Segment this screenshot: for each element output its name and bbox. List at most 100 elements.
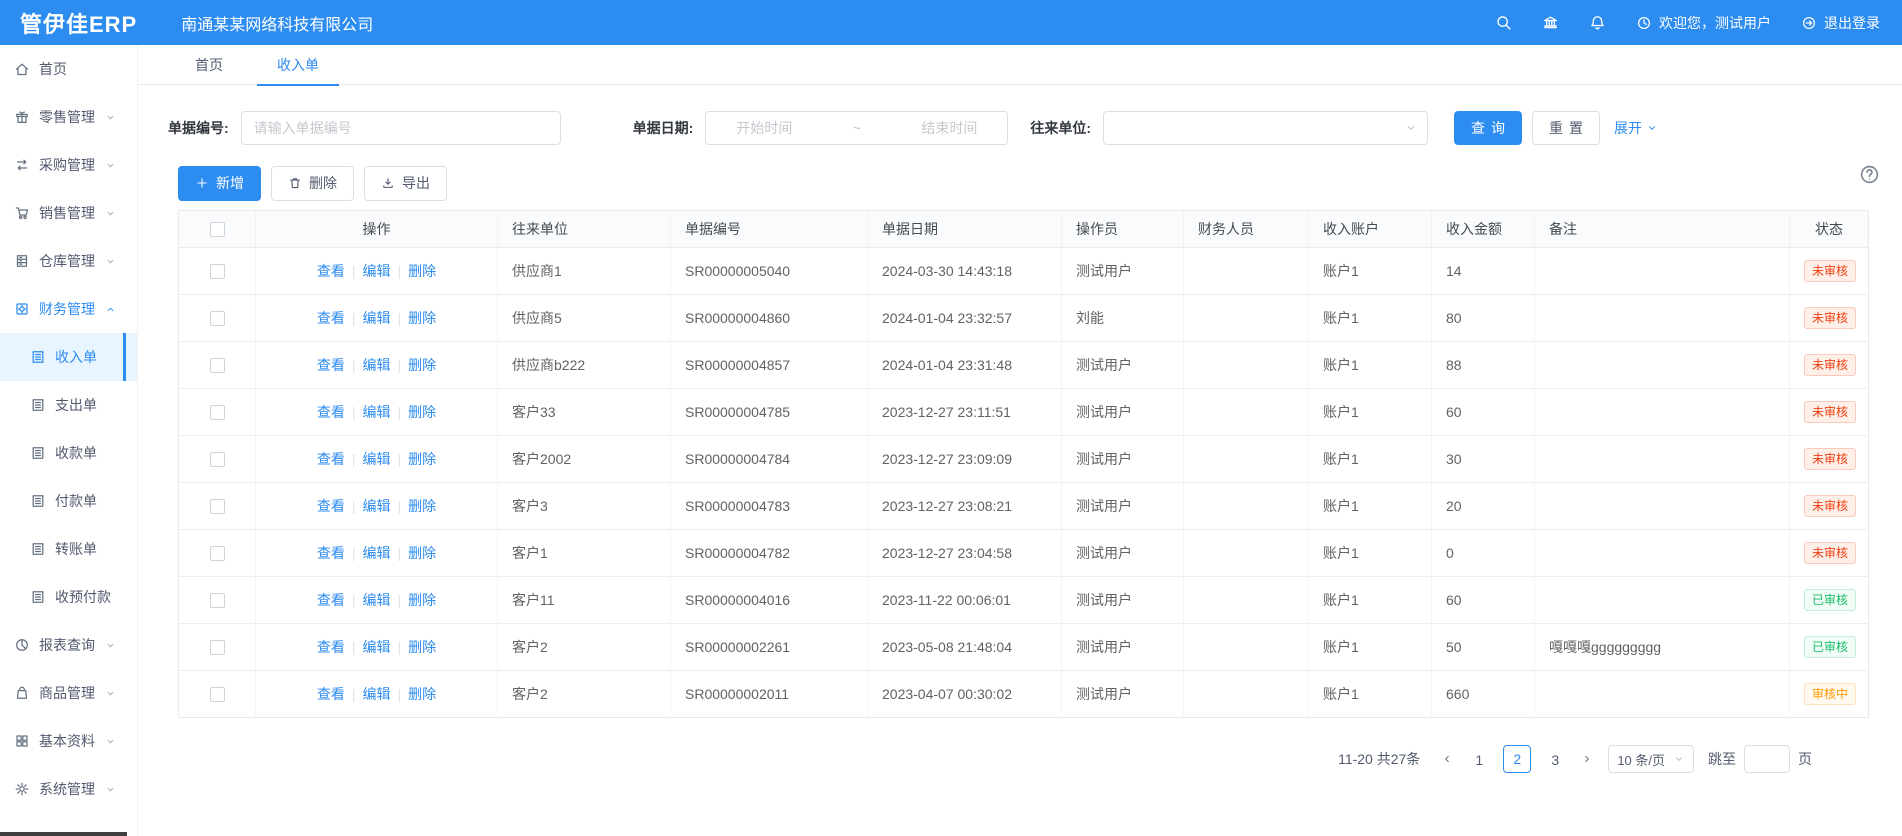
sidebar-item-sales[interactable]: 销售管理 xyxy=(0,189,137,237)
chevron-down-icon xyxy=(1673,753,1685,765)
welcome-user[interactable]: 欢迎您，测试用户 xyxy=(1636,13,1771,33)
row-checkbox[interactable] xyxy=(210,546,225,561)
tab-home[interactable]: 首页 xyxy=(175,45,243,85)
row-action-view[interactable]: 查看 xyxy=(317,639,345,655)
row-action-view[interactable]: 查看 xyxy=(317,545,345,561)
row-action-delete[interactable]: 删除 xyxy=(408,451,436,467)
page-1[interactable]: 1 xyxy=(1465,745,1493,773)
sidebar-item-finance[interactable]: 财务管理 xyxy=(0,285,137,333)
sidebar-item-home[interactable]: 首页 xyxy=(0,45,137,93)
row-action-edit[interactable]: 编辑 xyxy=(363,686,391,702)
row-action-edit[interactable]: 编辑 xyxy=(363,545,391,561)
select-all-checkbox[interactable] xyxy=(210,222,225,237)
row-checkbox[interactable] xyxy=(210,593,225,608)
sidebar-item-warehouse[interactable]: 仓库管理 xyxy=(0,237,137,285)
row-checkbox[interactable] xyxy=(210,452,225,467)
table-row: 查看|编辑|删除客户11SR000000040162023-11-22 00:0… xyxy=(179,577,1869,624)
row-action-edit[interactable]: 编辑 xyxy=(363,451,391,467)
plus-icon xyxy=(195,176,209,190)
row-action-view[interactable]: 查看 xyxy=(317,451,345,467)
prev-page-button[interactable] xyxy=(1434,745,1460,773)
row-checkbox[interactable] xyxy=(210,405,225,420)
add-button[interactable]: 新增 xyxy=(178,166,261,201)
table-row: 查看|编辑|删除供应商5SR000000048602024-01-04 23:3… xyxy=(179,295,1869,342)
row-select-cell xyxy=(179,389,256,436)
row-action-view[interactable]: 查看 xyxy=(317,686,345,702)
page-3[interactable]: 3 xyxy=(1541,745,1569,773)
row-checkbox[interactable] xyxy=(210,687,225,702)
sidebar-item-retail[interactable]: 零售管理 xyxy=(0,93,137,141)
sidebar-item-transfer-receipt[interactable]: 转账单 xyxy=(0,525,137,573)
sidebar-item-label: 零售管理 xyxy=(39,107,103,127)
cell-finance xyxy=(1184,483,1309,530)
cell-partner: 客户1 xyxy=(498,530,671,577)
page-2[interactable]: 2 xyxy=(1503,745,1531,773)
bell-icon[interactable] xyxy=(1589,14,1606,31)
sidebar-item-report-query[interactable]: 报表查询 xyxy=(0,621,137,669)
export-button[interactable]: 导出 xyxy=(364,166,447,201)
cell-partner: 供应商5 xyxy=(498,295,671,342)
sidebar-item-payment-receipt[interactable]: 付款单 xyxy=(0,477,137,525)
doc-icon xyxy=(30,397,46,413)
row-action-edit[interactable]: 编辑 xyxy=(363,404,391,420)
row-checkbox[interactable] xyxy=(210,358,225,373)
row-action-edit[interactable]: 编辑 xyxy=(363,498,391,514)
tab-income-receipt[interactable]: 收入单 xyxy=(257,45,339,85)
sidebar-item-income-receipt[interactable]: 收入单 xyxy=(0,333,137,381)
row-action-view[interactable]: 查看 xyxy=(317,498,345,514)
row-action-delete[interactable]: 删除 xyxy=(408,357,436,373)
page-size-select[interactable]: 10 条/页 xyxy=(1608,745,1694,773)
app-logo[interactable]: 管伊佳ERP xyxy=(20,7,137,39)
expand-link[interactable]: 展开 xyxy=(1614,118,1658,138)
row-action-view[interactable]: 查看 xyxy=(317,357,345,373)
row-action-delete[interactable]: 删除 xyxy=(408,639,436,655)
row-action-delete[interactable]: 删除 xyxy=(408,310,436,326)
row-checkbox[interactable] xyxy=(210,499,225,514)
row-action-delete[interactable]: 删除 xyxy=(408,545,436,561)
row-action-edit[interactable]: 编辑 xyxy=(363,357,391,373)
bill-no-input[interactable] xyxy=(241,111,561,145)
row-action-view[interactable]: 查看 xyxy=(317,404,345,420)
row-action-edit[interactable]: 编辑 xyxy=(363,263,391,279)
partner-select[interactable] xyxy=(1103,111,1428,145)
row-action-edit[interactable]: 编辑 xyxy=(363,310,391,326)
help-icon[interactable] xyxy=(1859,164,1880,185)
cell-account: 账户1 xyxy=(1309,577,1432,624)
cell-bill-date: 2023-12-27 23:04:58 xyxy=(868,530,1062,577)
row-action-delete[interactable]: 删除 xyxy=(408,686,436,702)
cell-amount: 0 xyxy=(1432,530,1535,577)
sidebar-item-system-mgmt[interactable]: 系统管理 xyxy=(0,765,137,813)
status-badge: 未审核 xyxy=(1804,542,1856,564)
bank-icon[interactable] xyxy=(1542,14,1559,31)
table-row: 查看|编辑|删除客户2SR000000022612023-05-08 21:48… xyxy=(179,624,1869,671)
delete-button[interactable]: 删除 xyxy=(271,166,354,201)
next-page-button[interactable] xyxy=(1574,745,1600,773)
sidebar-item-basic-data[interactable]: 基本资料 xyxy=(0,717,137,765)
reset-button[interactable]: 重置 xyxy=(1532,111,1600,145)
logout-button[interactable]: 退出登录 xyxy=(1801,13,1880,33)
row-action-delete[interactable]: 删除 xyxy=(408,263,436,279)
row-action-delete[interactable]: 删除 xyxy=(408,404,436,420)
sidebar-item-goods-mgmt[interactable]: 商品管理 xyxy=(0,669,137,717)
date-range-input[interactable]: 开始时间 ~ 结束时间 xyxy=(705,111,1008,145)
row-action-delete[interactable]: 删除 xyxy=(408,498,436,514)
row-action-view[interactable]: 查看 xyxy=(317,263,345,279)
row-checkbox[interactable] xyxy=(210,311,225,326)
search-button[interactable]: 查询 xyxy=(1454,111,1522,145)
row-action-view[interactable]: 查看 xyxy=(317,592,345,608)
row-action-edit[interactable]: 编辑 xyxy=(363,592,391,608)
row-action-edit[interactable]: 编辑 xyxy=(363,639,391,655)
sidebar-item-purchase[interactable]: 采购管理 xyxy=(0,141,137,189)
row-checkbox[interactable] xyxy=(210,640,225,655)
row-checkbox[interactable] xyxy=(210,264,225,279)
sidebar-item-expense-receipt[interactable]: 支出单 xyxy=(0,381,137,429)
warehouse-icon xyxy=(14,253,30,269)
cell-finance xyxy=(1184,624,1309,671)
row-action-delete[interactable]: 删除 xyxy=(408,592,436,608)
row-action-view[interactable]: 查看 xyxy=(317,310,345,326)
horizontal-scrollbar[interactable] xyxy=(0,832,127,836)
sidebar-item-advance-receipt[interactable]: 收预付款 xyxy=(0,573,137,621)
jump-page-input[interactable] xyxy=(1744,745,1790,773)
sidebar-item-collect-receipt[interactable]: 收款单 xyxy=(0,429,137,477)
search-icon[interactable] xyxy=(1495,14,1512,31)
